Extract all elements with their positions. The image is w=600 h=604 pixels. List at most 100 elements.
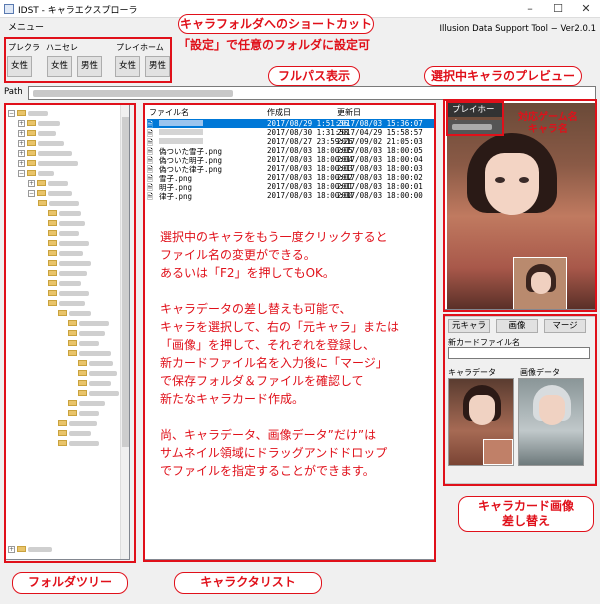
tree-node[interactable]: [68, 399, 105, 407]
file-row[interactable]: 🗎 偽ついた明子.png 2017/08/03 18:00:04 2017/08/03…: [147, 155, 434, 165]
file-row[interactable]: 🗎 雪子.png 2017/08/03 18:00:02 2017/08/03 18:…: [147, 173, 434, 183]
group-label-premium: プレクラ: [8, 43, 40, 52]
tree-node[interactable]: [48, 239, 89, 247]
expand-icon[interactable]: +: [18, 129, 25, 137]
file-row[interactable]: 🗎 明子.png 2017/08/03 18:00:01 2017/08/03 18:…: [147, 182, 434, 192]
collapse-icon[interactable]: −: [8, 109, 15, 117]
tree-node[interactable]: [58, 439, 99, 447]
expand-icon[interactable]: +: [28, 179, 35, 187]
column-filename[interactable]: ファイル名: [149, 107, 189, 118]
column-modified[interactable]: 更新日: [337, 107, 361, 118]
tree-node[interactable]: −: [28, 189, 72, 197]
image-data-thumbnail[interactable]: [518, 378, 584, 466]
tree-node[interactable]: +: [18, 149, 72, 157]
path-field[interactable]: [28, 86, 596, 100]
file-modified: 2017/08/03 18:00:02: [337, 173, 423, 182]
tree-label-redacted: [59, 290, 89, 296]
game-name-tag: プレイホーム: [448, 103, 502, 129]
folder-icon: [68, 330, 77, 336]
preview-eye: [495, 177, 505, 183]
minimize-button[interactable]: –: [516, 1, 544, 17]
file-row[interactable]: 🗎 律子.png 2017/08/03 18:00:00 2017/08/03 18:…: [147, 191, 434, 201]
tree-node[interactable]: [48, 299, 85, 307]
new-filename-input[interactable]: [448, 347, 590, 359]
shortcut-honeyselect-male-button[interactable]: 男性: [77, 56, 102, 77]
tree-node[interactable]: [48, 209, 81, 217]
tree-scroll-thumb[interactable]: [122, 117, 129, 447]
file-modified: 2017/08/03 18:00:05: [337, 146, 423, 155]
column-created[interactable]: 作成日: [267, 107, 291, 118]
tree-node[interactable]: +: [18, 159, 78, 167]
tree-label-redacted: [59, 230, 79, 236]
tree-label-redacted: [59, 210, 81, 216]
collapse-icon[interactable]: −: [18, 169, 25, 177]
merge-button[interactable]: マージ: [544, 319, 586, 333]
shortcut-honeyselect-female-button[interactable]: 女性: [47, 56, 72, 77]
original-char-button[interactable]: 元キャラ: [448, 319, 490, 333]
expand-icon[interactable]: +: [8, 545, 15, 553]
fullpath-callout: フルパス表示: [268, 66, 360, 86]
tree-node[interactable]: [48, 289, 89, 297]
tree-node[interactable]: [78, 389, 119, 397]
tree-node[interactable]: [48, 279, 81, 287]
tree-node[interactable]: [58, 419, 97, 427]
file-row[interactable]: 🗎 2017/08/30 1:31:58 2017/04/29 15:58:57: [147, 128, 434, 138]
tree-node[interactable]: [78, 359, 113, 367]
tree-label-redacted: [79, 410, 99, 416]
tree-node[interactable]: [68, 319, 109, 327]
folder-icon: [78, 360, 87, 366]
tree-node[interactable]: +: [28, 179, 68, 187]
tree-label-redacted: [59, 280, 81, 286]
shortcut-premium-female-button[interactable]: 女性: [7, 56, 32, 77]
shortcut-playhome-female-button[interactable]: 女性: [115, 56, 140, 77]
tree-node[interactable]: +: [18, 119, 60, 127]
file-row[interactable]: 🗎 偽ついた雪子.png 2017/08/03 18:00:05 2017/08/03…: [147, 146, 434, 156]
expand-icon[interactable]: +: [18, 149, 25, 157]
tree-node[interactable]: +: [18, 129, 56, 137]
close-button[interactable]: ✕: [572, 1, 600, 17]
tree-node[interactable]: [68, 409, 99, 417]
tree-label-redacted: [59, 270, 87, 276]
instruction-2: キャラデータの差し替えも可能で、 キャラを選択して、右の「元キャラ」または 「画…: [160, 302, 400, 406]
tree-node[interactable]: [48, 249, 83, 257]
expand-icon[interactable]: +: [18, 119, 25, 127]
tree-node[interactable]: [68, 339, 99, 347]
expand-icon[interactable]: +: [18, 159, 25, 167]
folder-icon: [68, 350, 77, 356]
tree-node[interactable]: [78, 369, 117, 377]
file-modified: 2017/08/03 18:00:04: [337, 155, 423, 164]
folder-tree[interactable]: − + + + + + − + − +: [4, 104, 130, 560]
folder-icon: [27, 120, 36, 126]
menu-item[interactable]: メニュー: [8, 20, 44, 33]
thumb-face: [531, 272, 551, 294]
file-row[interactable]: 🗎 2017/08/27 23:59:26 2017/09/02 21:05:03: [147, 137, 434, 147]
maximize-button[interactable]: ☐: [544, 1, 572, 17]
folder-icon: [48, 230, 57, 236]
tree-node[interactable]: [58, 309, 91, 317]
tree-node[interactable]: [38, 199, 79, 207]
tree-node[interactable]: [58, 429, 91, 437]
tree-label-redacted: [59, 260, 91, 266]
tree-label-redacted: [28, 110, 48, 116]
tree-node[interactable]: [48, 259, 91, 267]
expand-icon[interactable]: +: [18, 139, 25, 147]
image-button[interactable]: 画像: [496, 319, 538, 333]
collapse-icon[interactable]: −: [28, 189, 35, 197]
tree-node[interactable]: +: [8, 545, 52, 553]
char-data-thumbnail[interactable]: [448, 378, 514, 466]
tree-node[interactable]: +: [18, 139, 64, 147]
tree-node[interactable]: −: [8, 109, 48, 117]
tree-label-redacted: [48, 190, 72, 196]
tree-scrollbar[interactable]: [120, 105, 129, 559]
tree-node[interactable]: [48, 229, 79, 237]
tree-node[interactable]: −: [18, 169, 54, 177]
tree-node[interactable]: [78, 379, 111, 387]
tree-node[interactable]: [48, 219, 85, 227]
file-row[interactable]: 🗎 2017/08/29 1:51:36 2017/08/03 15:36:07: [147, 119, 434, 129]
tree-node[interactable]: [68, 329, 105, 337]
folder-icon: [48, 290, 57, 296]
file-row[interactable]: 🗎 偽ついた律子.png 2017/08/03 18:00:03 2017/08/03…: [147, 164, 434, 174]
shortcut-playhome-male-button[interactable]: 男性: [145, 56, 170, 77]
tree-node[interactable]: [48, 269, 87, 277]
tree-node[interactable]: [68, 349, 111, 357]
